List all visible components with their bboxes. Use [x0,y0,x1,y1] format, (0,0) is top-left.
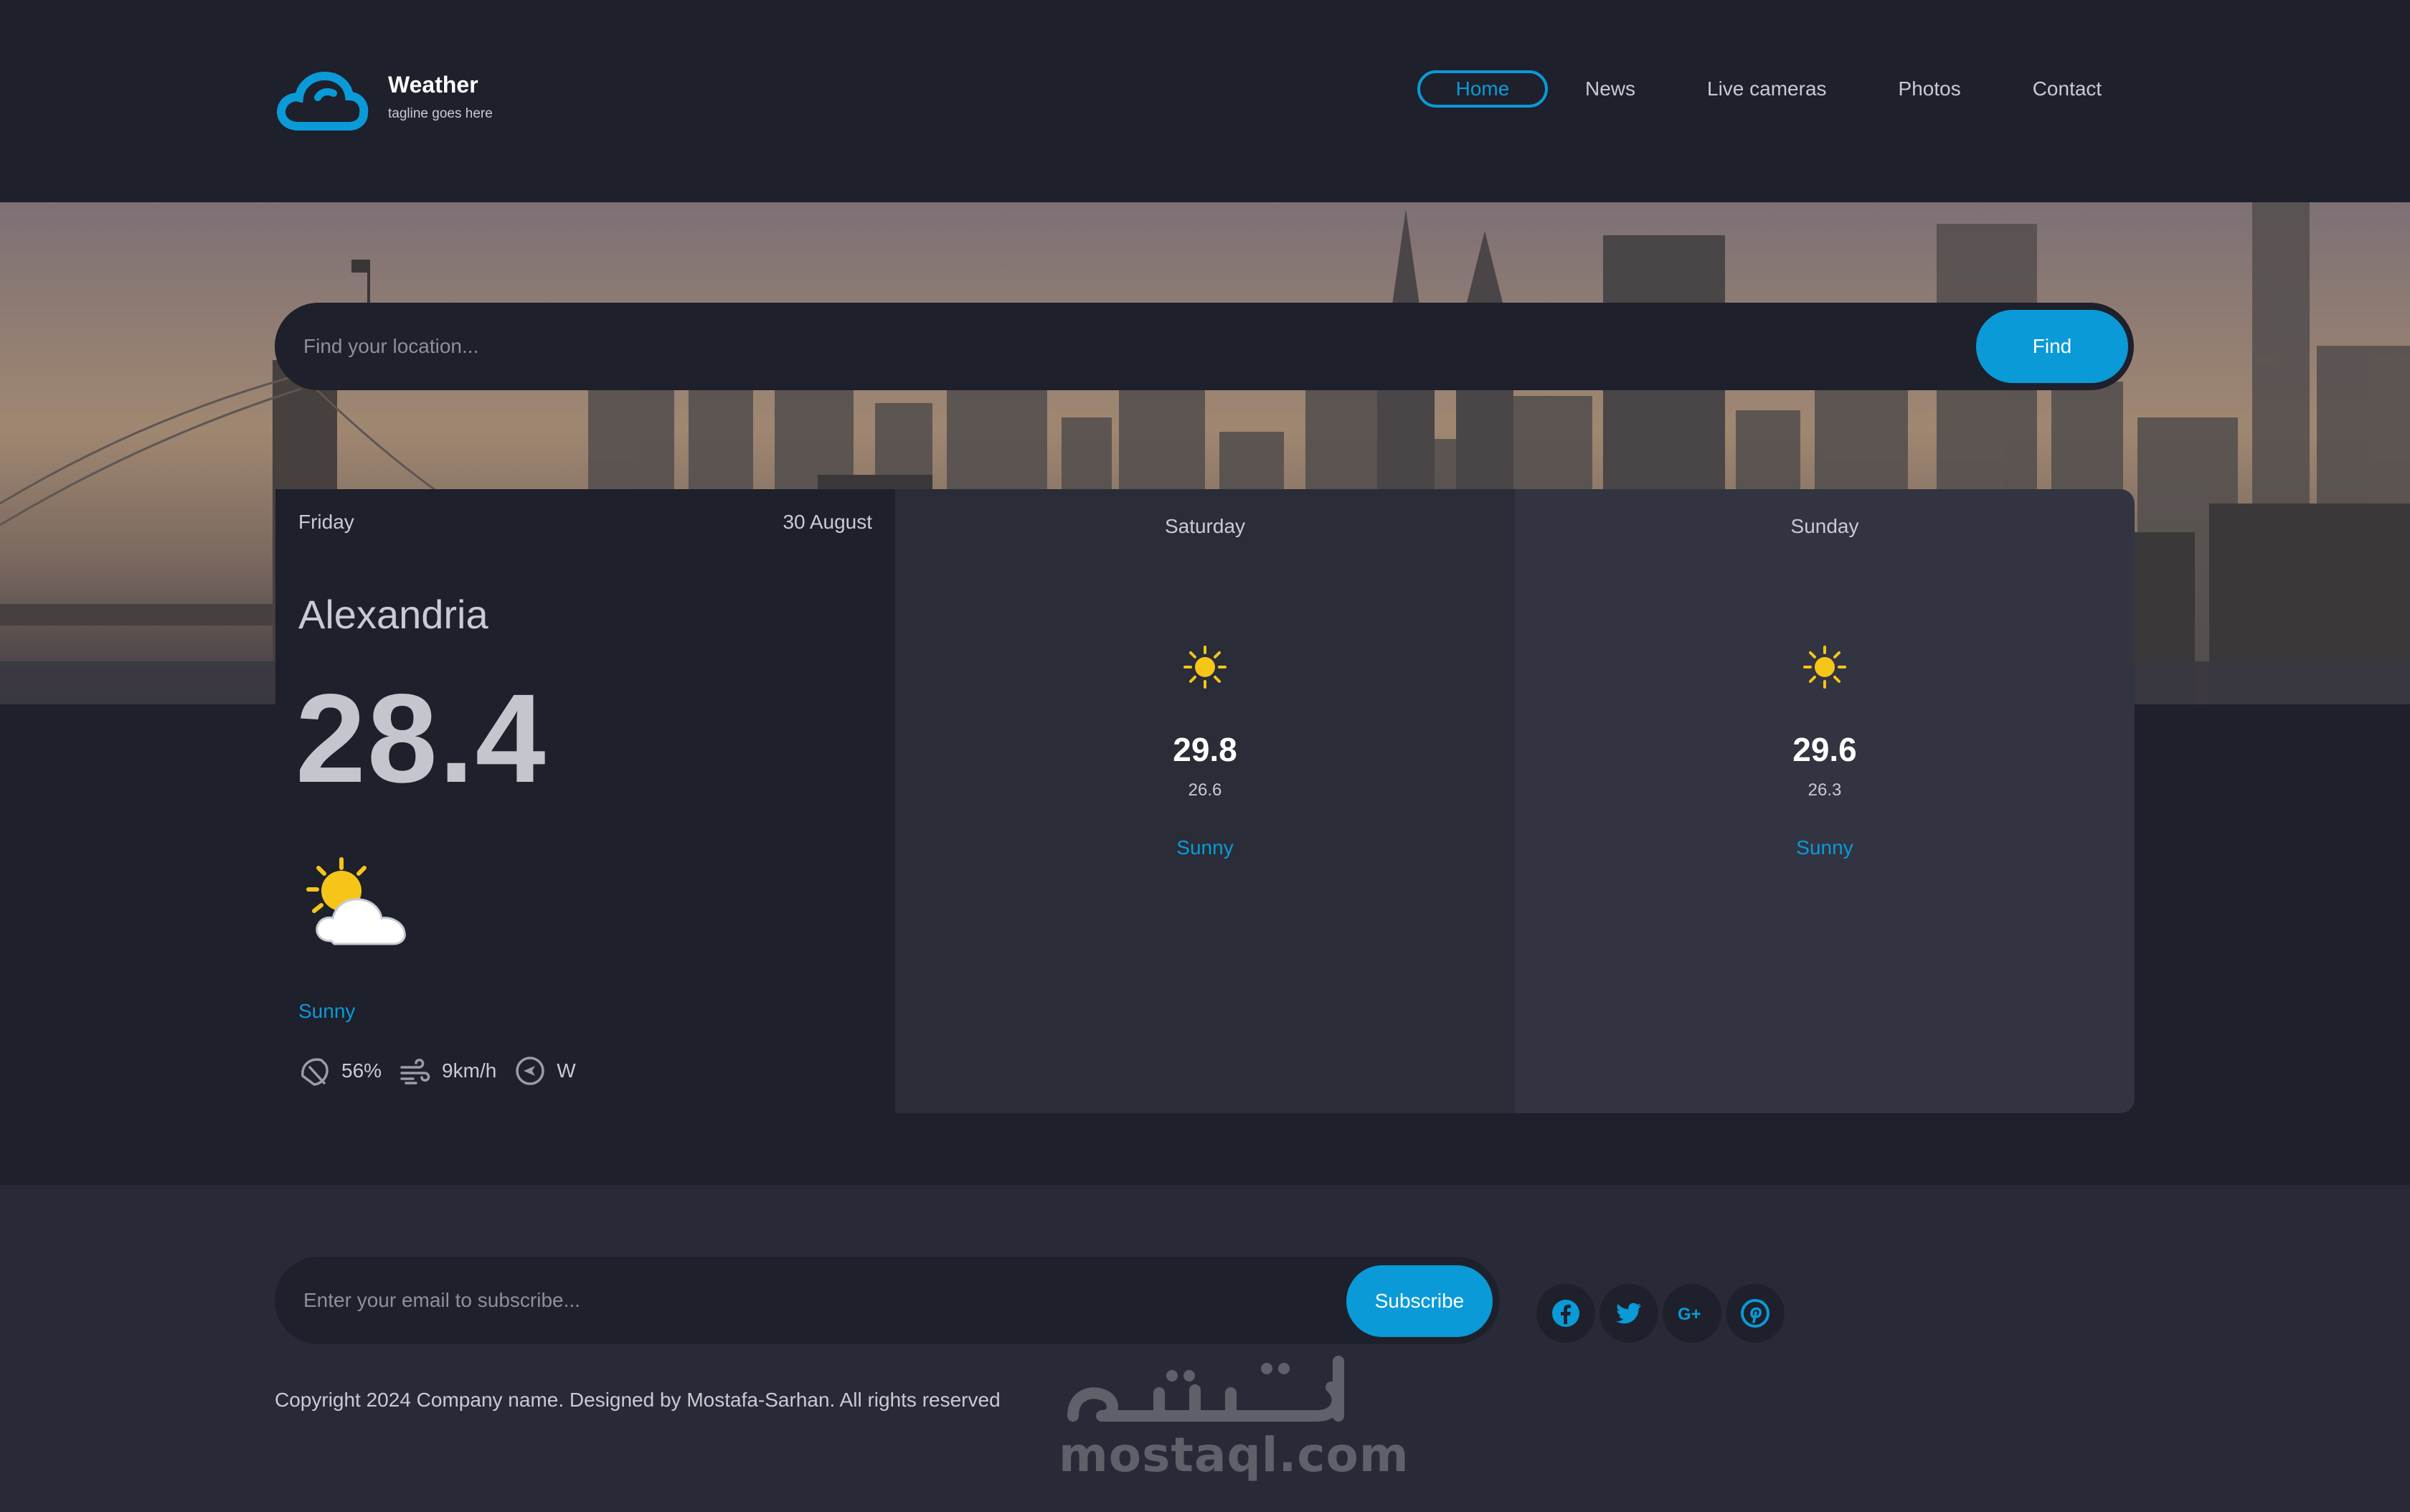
cloud-icon [277,71,369,131]
forecast-card-sunday: Sunday 29.6 26.3 Sunny [1515,489,2135,1113]
subscribe-bar: Subscribe [275,1257,1500,1344]
wind-direction-value: W [557,1059,576,1082]
forecast-min-temp: 26.6 [1188,780,1222,800]
mostaql-watermark: mostaql.com [1059,1347,1409,1483]
forecast-card-saturday: Saturday 29.8 26.6 Sunny [895,489,1515,1113]
pinterest-icon[interactable] [1726,1284,1785,1343]
social-links: G+ [1536,1284,1789,1343]
find-button[interactable]: Find [1976,310,2128,383]
forecast-day: Saturday [1164,515,1246,537]
location-search-input[interactable] [303,324,1953,369]
mostaql-logo [1067,1356,1344,1422]
wind-icon [400,1059,430,1085]
partly-cloudy-icon [306,857,406,945]
compass-icon [516,1057,545,1085]
brand[interactable]: Weather tagline goes here [275,69,493,132]
subscribe-button[interactable]: Subscribe [1346,1265,1493,1337]
forecast-panel: Friday 30 August Alexandria 28.4 Sunny 5… [275,489,2135,1113]
copyright-text: Copyright 2024 Company name. Designed by… [275,1389,1001,1411]
forecast-condition: Sunny [1176,836,1234,859]
forecast-max-temp: 29.8 [1173,731,1237,768]
nav-news[interactable]: News [1585,70,1635,108]
brand-title: Weather [388,72,478,98]
today-card: Friday 30 August Alexandria 28.4 Sunny 5… [275,489,895,1113]
sun-icon [1803,646,1846,689]
forecast-day: Sunday [1790,515,1859,537]
wind-speed-value: 9km/h [442,1059,497,1082]
today-city: Alexandria [298,592,488,637]
today-stats: 56% 9km/h W [298,1054,593,1087]
today-condition: Sunny [298,1000,356,1022]
twitter-icon[interactable] [1599,1284,1658,1343]
today-date: 30 August [783,511,872,533]
umbrella-icon [301,1058,329,1086]
humidity-value: 56% [341,1059,382,1082]
nav-home[interactable]: Home [1417,70,1548,108]
nav-live-cameras[interactable]: Live cameras [1707,70,1827,108]
forecast-min-temp: 26.3 [1808,780,1842,800]
today-temperature: 28.4 [296,668,547,809]
forecast-condition: Sunny [1796,836,1853,859]
facebook-icon[interactable] [1536,1284,1595,1343]
svg-text:G+: G+ [1678,1305,1701,1324]
nav-contact[interactable]: Contact [2033,70,2102,108]
sun-icon [1183,646,1227,689]
mostaql-wordmark: mostaql.com [1059,1427,1409,1483]
location-search-bar: Find [275,303,2134,390]
brand-tagline: tagline goes here [388,106,493,121]
main-nav: Home News Live cameras Photos Contact [1417,70,2102,108]
google-plus-icon[interactable]: G+ [1663,1284,1721,1343]
forecast-max-temp: 29.6 [1792,731,1857,768]
today-day: Friday [298,511,354,533]
subscribe-email-input[interactable] [303,1278,1308,1323]
nav-photos[interactable]: Photos [1899,70,1961,108]
site-header: Weather tagline goes here Home News Live… [0,0,2410,202]
